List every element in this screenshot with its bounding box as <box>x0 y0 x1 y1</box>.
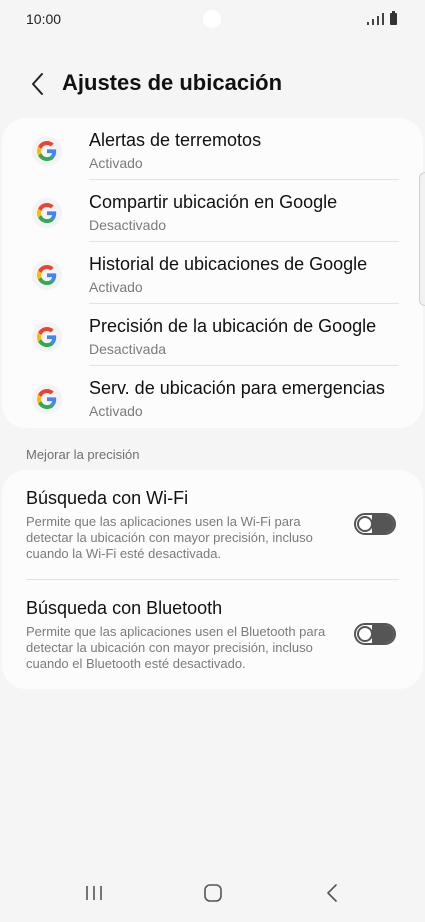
list-item-title: Alertas de terremotos <box>89 130 262 150</box>
toggle-knob <box>357 626 373 642</box>
google-g-icon <box>32 136 62 166</box>
app-header: Ajustes de ubicación <box>0 62 425 106</box>
list-item-title: Serv. de ubicación para emergencias <box>89 378 385 398</box>
list-item-title: Historial de ubicaciones de Google <box>89 254 368 274</box>
list-item-title: Compartir ubicación en Google <box>89 192 338 212</box>
back-icon <box>327 884 337 902</box>
list-item-location-accuracy[interactable]: Precisión de la ubicación de Google Desa… <box>2 304 423 366</box>
list-item-earthquake-alerts[interactable]: Alertas de terremotos Activado <box>2 118 423 180</box>
list-item-location-history[interactable]: Historial de ubicaciones de Google Activ… <box>2 242 423 304</box>
signal-icon <box>372 19 374 25</box>
recents-icon <box>86 886 102 900</box>
navigation-bar <box>0 875 425 915</box>
recents-button[interactable] <box>82 881 106 905</box>
toggle-track <box>372 515 394 533</box>
signal-icon <box>377 16 379 25</box>
list-item-bluetooth-scanning[interactable]: Búsqueda con Bluetooth Permite que las a… <box>2 580 423 689</box>
improve-accuracy-card: Búsqueda con Wi-Fi Permite que las aplic… <box>2 470 423 689</box>
list-item-emergency-location[interactable]: Serv. de ubicación para emergencias Acti… <box>2 366 423 428</box>
wifi-scanning-toggle[interactable] <box>354 513 396 535</box>
list-item-share-location[interactable]: Compartir ubicación en Google Desactivad… <box>2 180 423 242</box>
google-g-icon <box>32 260 62 290</box>
list-item-title: Búsqueda con Wi-Fi <box>26 488 189 508</box>
toggle-track <box>372 625 394 643</box>
google-services-card: Alertas de terremotos Activado Compartir… <box>2 118 423 428</box>
nav-back-button[interactable] <box>320 881 344 905</box>
scrollbar[interactable] <box>419 172 425 306</box>
status-icons <box>367 11 397 25</box>
list-item-description: Permite que las aplicaciones usen la Wi-… <box>26 514 313 561</box>
signal-icon <box>367 22 369 25</box>
home-icon <box>204 884 222 902</box>
list-item-title: Búsqueda con Bluetooth <box>26 598 223 618</box>
list-item-status: Activado <box>89 279 143 295</box>
list-item-status: Activado <box>89 155 143 171</box>
list-item-wifi-scanning[interactable]: Búsqueda con Wi-Fi Permite que las aplic… <box>2 470 423 580</box>
bluetooth-scanning-toggle[interactable] <box>354 623 396 645</box>
toggle-knob <box>357 516 373 532</box>
battery-icon <box>390 11 397 25</box>
chevron-left-icon <box>32 73 43 95</box>
list-item-status: Desactivado <box>89 217 167 233</box>
camera-cutout <box>203 10 221 28</box>
list-item-title: Precisión de la ubicación de Google <box>89 316 377 336</box>
status-bar: 10:00 <box>0 0 425 38</box>
list-item-status: Activado <box>89 403 143 419</box>
home-button[interactable] <box>200 881 226 905</box>
google-g-icon <box>32 384 62 414</box>
google-g-icon <box>32 198 62 228</box>
google-g-icon <box>32 322 62 352</box>
list-item-description: Permite que las aplicaciones usen el Blu… <box>26 624 326 671</box>
back-button[interactable] <box>22 68 52 100</box>
status-time: 10:00 <box>26 11 62 27</box>
list-item-status: Desactivada <box>89 341 167 357</box>
page-title: Ajustes de ubicación <box>62 70 283 95</box>
signal-icon <box>382 13 384 25</box>
section-label: Mejorar la precisión <box>26 447 140 462</box>
